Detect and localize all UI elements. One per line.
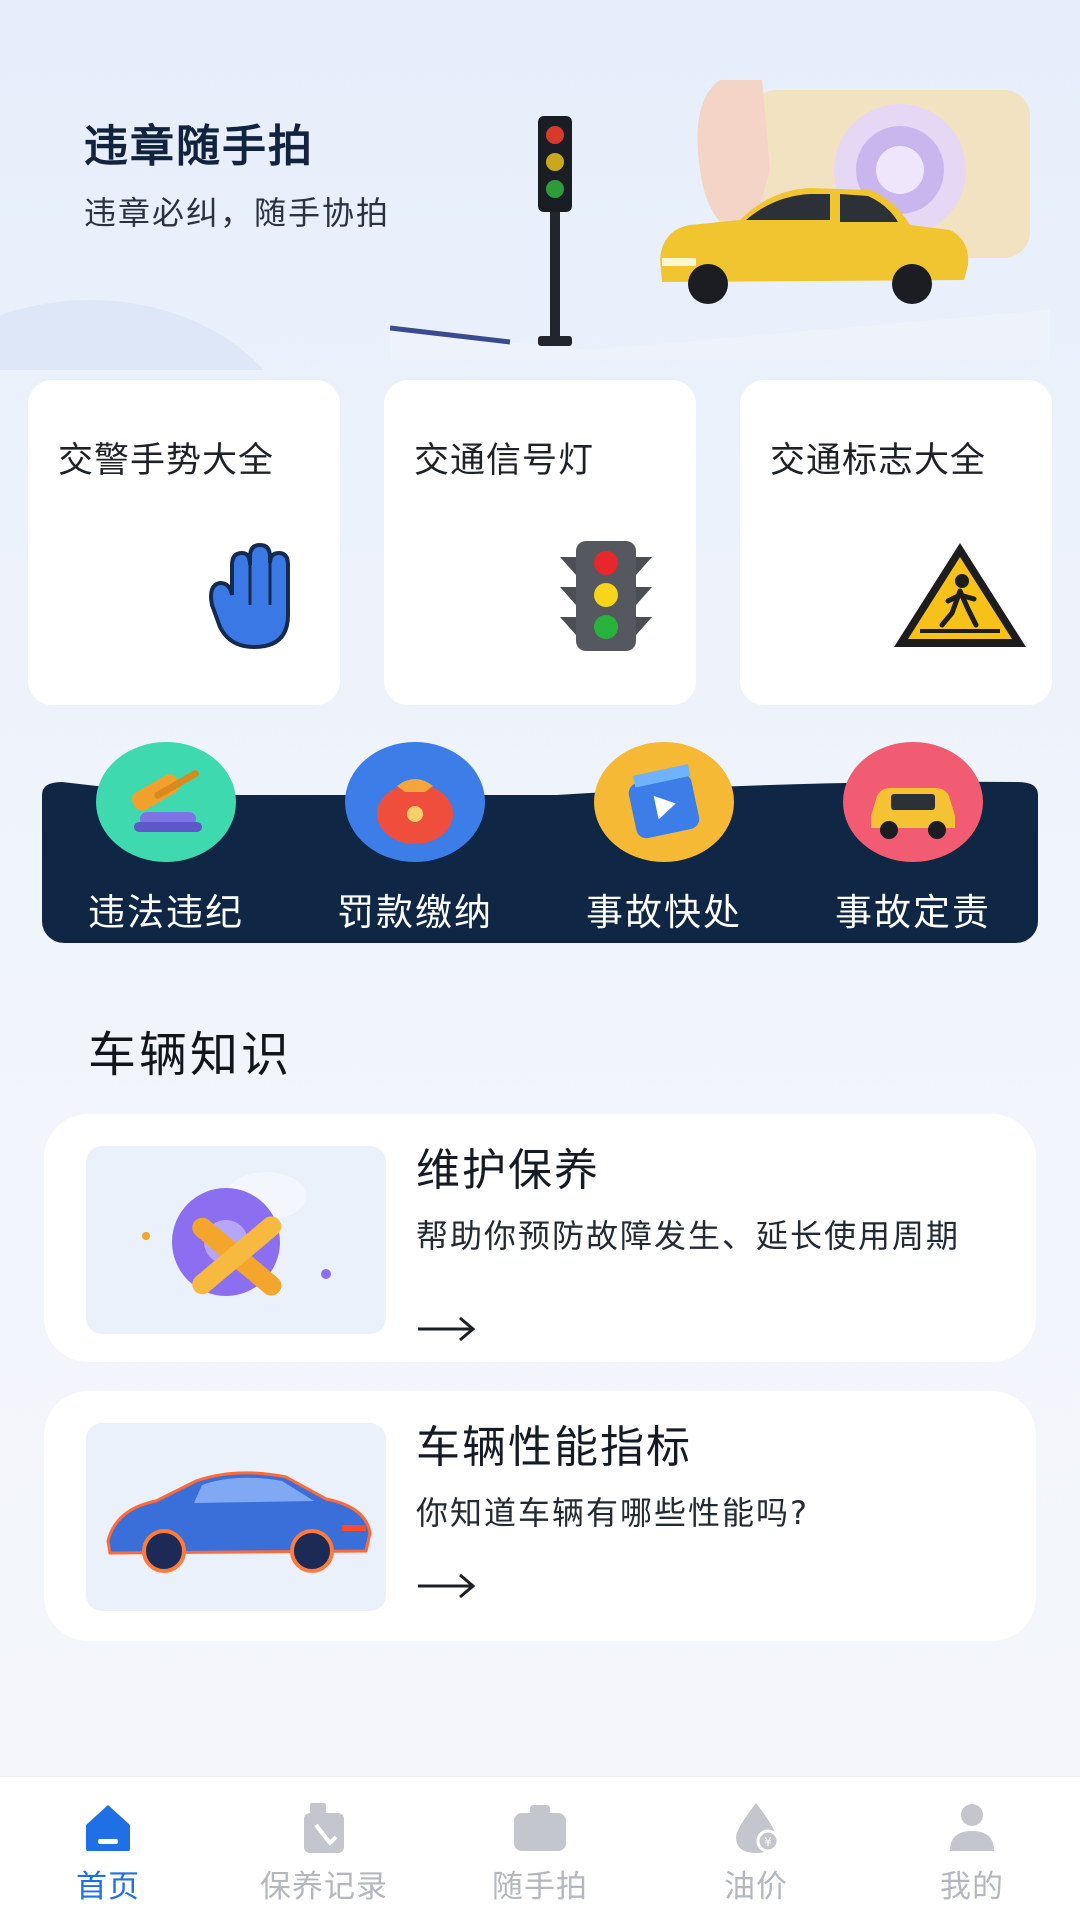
car-icon xyxy=(843,742,983,862)
card-traffic-signs[interactable]: 交通标志大全 xyxy=(740,380,1052,705)
card-title: 交通信号灯 xyxy=(414,441,595,481)
home-icon xyxy=(86,1805,130,1851)
bottom-tab-bar: 首页 保养记录 随手拍 ¥ 油价 我的 xyxy=(0,1776,1080,1920)
hand-icon xyxy=(209,542,290,650)
user-icon xyxy=(950,1804,994,1851)
tab-profile[interactable]: 我的 xyxy=(864,1777,1080,1920)
pedestrian-sign-icon xyxy=(894,543,1026,647)
service-label: 罚款缴纳 xyxy=(337,891,493,934)
knowledge-desc: 帮助你预防故障发生、延长使用周期 xyxy=(416,1217,961,1255)
card-title: 交警手势大全 xyxy=(58,441,275,481)
tab-label: 随手拍 xyxy=(492,1869,588,1905)
video-icon xyxy=(594,742,734,862)
service-quick-accident[interactable]: 事故快处 xyxy=(554,742,774,962)
hero-banner: 违章随手拍 违章必纠，随手协拍 xyxy=(0,0,1080,370)
knowledge-desc: 你知道车辆有哪些性能吗? xyxy=(416,1494,809,1532)
oil-can-icon xyxy=(304,1803,344,1853)
section-title: 车辆知识 xyxy=(88,1027,293,1083)
arrow-right-icon[interactable] xyxy=(416,1571,476,1601)
tab-label: 首页 xyxy=(76,1869,140,1905)
traffic-light-icon xyxy=(560,541,652,651)
knowledge-card-performance[interactable]: 车辆性能指标 你知道车辆有哪些性能吗? xyxy=(44,1391,1036,1641)
svg-text:¥: ¥ xyxy=(764,1835,772,1849)
tab-maintenance-records[interactable]: 保养记录 xyxy=(216,1777,432,1920)
sports-car-icon xyxy=(86,1423,386,1611)
service-label: 违法违纪 xyxy=(88,891,244,934)
service-label: 事故快处 xyxy=(586,891,742,934)
hero-background-shape xyxy=(0,300,300,370)
card-traffic-lights[interactable]: 交通信号灯 xyxy=(384,380,696,705)
quick-cards: 交警手势大全 交通信号灯 交通标志大全 xyxy=(28,380,1052,705)
tab-label: 油价 xyxy=(724,1869,788,1905)
hero-subtitle: 违章必纠，随手协拍 xyxy=(84,194,391,232)
tab-home[interactable]: 首页 xyxy=(0,1777,216,1920)
hero-title: 违章随手拍 xyxy=(84,121,314,172)
knowledge-title: 维护保养 xyxy=(416,1145,600,1196)
tab-label: 保养记录 xyxy=(260,1869,388,1905)
tab-snapshot[interactable]: 随手拍 xyxy=(432,1777,648,1920)
tab-oil-price[interactable]: ¥ 油价 xyxy=(648,1777,864,1920)
card-title: 交通标志大全 xyxy=(770,441,987,481)
hero-illustration xyxy=(390,80,1050,360)
gavel-icon xyxy=(96,742,236,862)
card-police-gestures[interactable]: 交警手势大全 xyxy=(28,380,340,705)
money-bag-icon xyxy=(345,742,485,862)
service-fine-payment[interactable]: 罚款缴纳 xyxy=(305,742,525,962)
knowledge-title: 车辆性能指标 xyxy=(416,1422,692,1473)
service-label: 事故定责 xyxy=(835,891,991,934)
service-violations[interactable]: 违法违纪 xyxy=(56,742,276,962)
traffic-light-icon xyxy=(538,116,572,346)
wrench-gear-icon xyxy=(86,1146,386,1334)
tab-label: 我的 xyxy=(940,1869,1004,1905)
service-liability[interactable]: 事故定责 xyxy=(803,742,1023,962)
knowledge-card-maintenance[interactable]: 维护保养 帮助你预防故障发生、延长使用周期 xyxy=(44,1114,1036,1362)
arrow-right-icon[interactable] xyxy=(416,1314,476,1344)
oil-drop-icon: ¥ xyxy=(736,1803,780,1853)
camera-icon xyxy=(514,1805,566,1851)
